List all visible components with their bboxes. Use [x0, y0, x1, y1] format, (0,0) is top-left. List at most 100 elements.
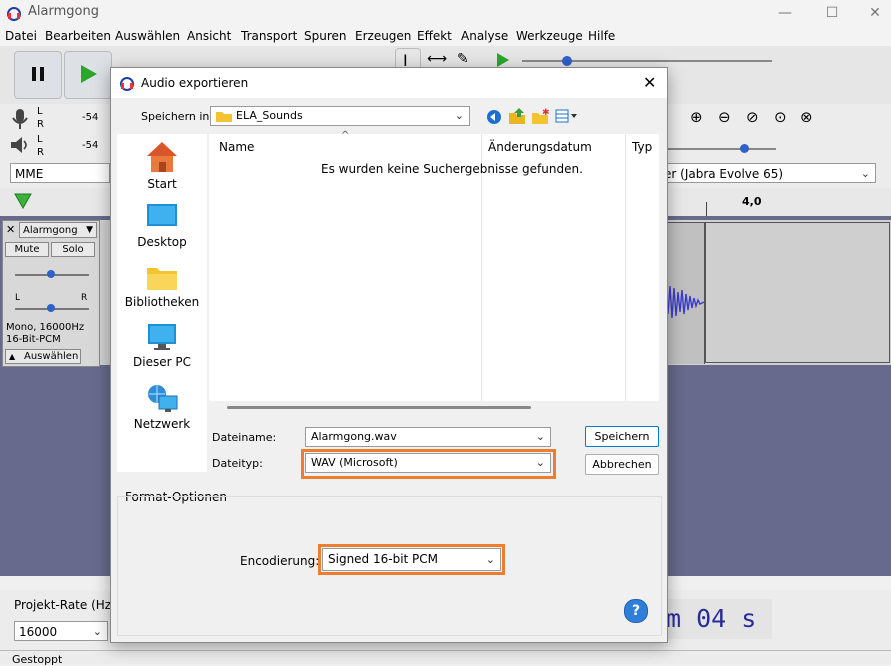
zoom-toggle-icon[interactable]: ⊗ [800, 108, 813, 126]
encoding-select[interactable]: Signed 16-bit PCM ⌄ [322, 548, 501, 571]
timeline-tick-mark [706, 202, 707, 216]
pan-right-label: R [81, 293, 88, 303]
menu-ansicht[interactable]: Ansicht [187, 29, 231, 43]
track-menu-arrow-icon: ▼ [86, 225, 93, 235]
column-name-header[interactable]: Name [219, 140, 254, 154]
chevron-down-icon: ⌄ [485, 553, 495, 566]
cancel-button[interactable]: Abbrechen [585, 454, 659, 475]
close-dialog-icon[interactable]: ✕ [643, 73, 656, 92]
output-device-value: er (Jabra Evolve 65) [664, 167, 784, 181]
menu-bearbeiten[interactable]: Bearbeiten [45, 29, 111, 43]
column-type-header[interactable]: Typ [632, 140, 652, 154]
menu-datei[interactable]: Datei [5, 29, 37, 43]
file-list[interactable]: ^ Name Änderungsdatum Typ Es wurden kein… [209, 130, 659, 401]
maximize-icon[interactable]: ☐ [812, 2, 852, 24]
pan-left-label: L [15, 293, 21, 303]
place-network[interactable]: Netzwerk [117, 382, 207, 431]
desktop-icon [145, 204, 179, 235]
place-desktop[interactable]: Desktop [117, 202, 207, 249]
place-start-label: Start [147, 177, 177, 191]
close-window-icon[interactable]: ✕ [855, 2, 891, 24]
track-select-button[interactable]: Auswählen [5, 349, 81, 364]
output-device-select[interactable]: er (Jabra Evolve 65) ⌄ [660, 163, 876, 183]
save-button[interactable]: Speichern [585, 426, 659, 447]
place-start[interactable]: Start [117, 140, 207, 191]
time-display-value: m 04 s [666, 604, 757, 633]
fit-selection-icon[interactable]: ⊘ [746, 108, 759, 126]
new-folder-icon[interactable]: ✱ [532, 108, 550, 127]
play-icon [81, 65, 97, 86]
project-rate-label: Projekt-Rate (Hz) [14, 598, 116, 612]
play-meter-db: -54 [82, 140, 99, 151]
libraries-icon [145, 268, 179, 295]
dialog-title: Audio exportieren [141, 76, 249, 90]
place-desktop-label: Desktop [137, 235, 187, 249]
play-button[interactable] [64, 51, 112, 99]
menu-erzeugen[interactable]: Erzeugen [355, 29, 411, 43]
fit-project-icon[interactable]: ⊙ [774, 108, 787, 126]
help-icon: ? [631, 603, 641, 619]
look-in-label: Speichern in: [141, 110, 214, 123]
timeline-options-icon[interactable] [14, 193, 32, 212]
pencil-icon: ✎ [457, 51, 469, 67]
close-track-icon[interactable]: ✕ [6, 223, 15, 236]
up-folder-icon[interactable] [509, 108, 525, 127]
pause-button[interactable] [14, 51, 62, 99]
track-name-menu[interactable]: Alarmgong ▼ [19, 222, 97, 238]
folder-icon [216, 110, 232, 128]
audacity-logo-icon [6, 5, 22, 24]
project-rate-select[interactable]: 16000 ⌄ [14, 621, 108, 641]
empty-results-message: Es wurden keine Suchergebnisse gefunden. [321, 162, 583, 176]
filename-input[interactable]: Alarmgong.wav ⌄ [305, 427, 551, 447]
track-name: Alarmgong [23, 225, 78, 236]
menu-effekt[interactable]: Effekt [417, 29, 452, 43]
playback-volume-thumb[interactable] [740, 144, 749, 153]
dialog-title-bar: Audio exportieren ✕ [111, 68, 667, 98]
gain-slider-thumb[interactable] [47, 270, 55, 278]
pause-icon [32, 67, 44, 84]
time-display[interactable]: m 04 s [666, 599, 772, 639]
zoom-out-icon[interactable]: ⊖ [718, 108, 731, 126]
empty-clip-region[interactable] [705, 222, 890, 363]
title-bar: Alarmgong — ☐ ✕ [0, 0, 891, 26]
chevron-down-icon: ⌄ [535, 456, 545, 469]
speaker-icon[interactable] [10, 136, 30, 157]
rec-meter-right-label: R [37, 119, 44, 130]
menu-spuren[interactable]: Spuren [304, 29, 347, 43]
status-text: Gestoppt [12, 653, 63, 666]
column-date-header[interactable]: Änderungsdatum [488, 140, 592, 154]
menu-transport[interactable]: Transport [241, 29, 297, 43]
pan-slider-thumb[interactable] [47, 304, 55, 312]
menu-werkzeuge[interactable]: Werkzeuge [516, 29, 583, 43]
track-control-panel: ✕ Alarmgong ▼ Mute Solo L R Mono, 16000H… [2, 220, 100, 367]
help-button[interactable]: ? [624, 599, 648, 623]
menu-auswaehlen[interactable]: Auswählen [115, 29, 180, 43]
place-network-label: Netzwerk [133, 417, 191, 431]
view-menu-icon[interactable] [555, 109, 579, 126]
places-bar: Start Desktop Bibliotheken Dieser PC Net… [117, 134, 207, 472]
place-this-pc[interactable]: Dieser PC [117, 322, 207, 369]
zoom-in-icon[interactable]: ⊕ [690, 108, 703, 126]
computer-icon [145, 324, 179, 355]
look-in-select[interactable]: ELA_Sounds ⌄ [210, 106, 470, 126]
horizontal-scrollbar[interactable] [227, 406, 531, 409]
filetype-select[interactable]: WAV (Microsoft) ⌄ [305, 453, 551, 473]
place-libraries[interactable]: Bibliotheken [117, 262, 207, 309]
home-icon [145, 142, 179, 177]
svg-text:✱: ✱ [542, 108, 550, 118]
window-title: Alarmgong [28, 4, 99, 19]
minimize-icon[interactable]: — [765, 2, 805, 24]
back-icon[interactable] [486, 109, 502, 128]
menu-hilfe[interactable]: Hilfe [588, 29, 615, 43]
chevron-down-icon: ⌄ [535, 430, 545, 443]
microphone-icon[interactable] [10, 108, 30, 133]
playback-volume-slider[interactable] [666, 148, 776, 150]
audio-host-select[interactable]: MME [10, 163, 110, 183]
mute-button[interactable]: Mute [5, 242, 49, 257]
menu-analyse[interactable]: Analyse [461, 29, 508, 43]
collapse-track-icon[interactable]: ▲ [9, 352, 15, 361]
speed-slider[interactable] [522, 60, 772, 62]
zoom-toolbar: ⊕ ⊖ ⊘ ⊙ ⊗ [686, 104, 826, 132]
speed-slider-thumb[interactable] [562, 56, 572, 66]
solo-button[interactable]: Solo [51, 242, 95, 257]
